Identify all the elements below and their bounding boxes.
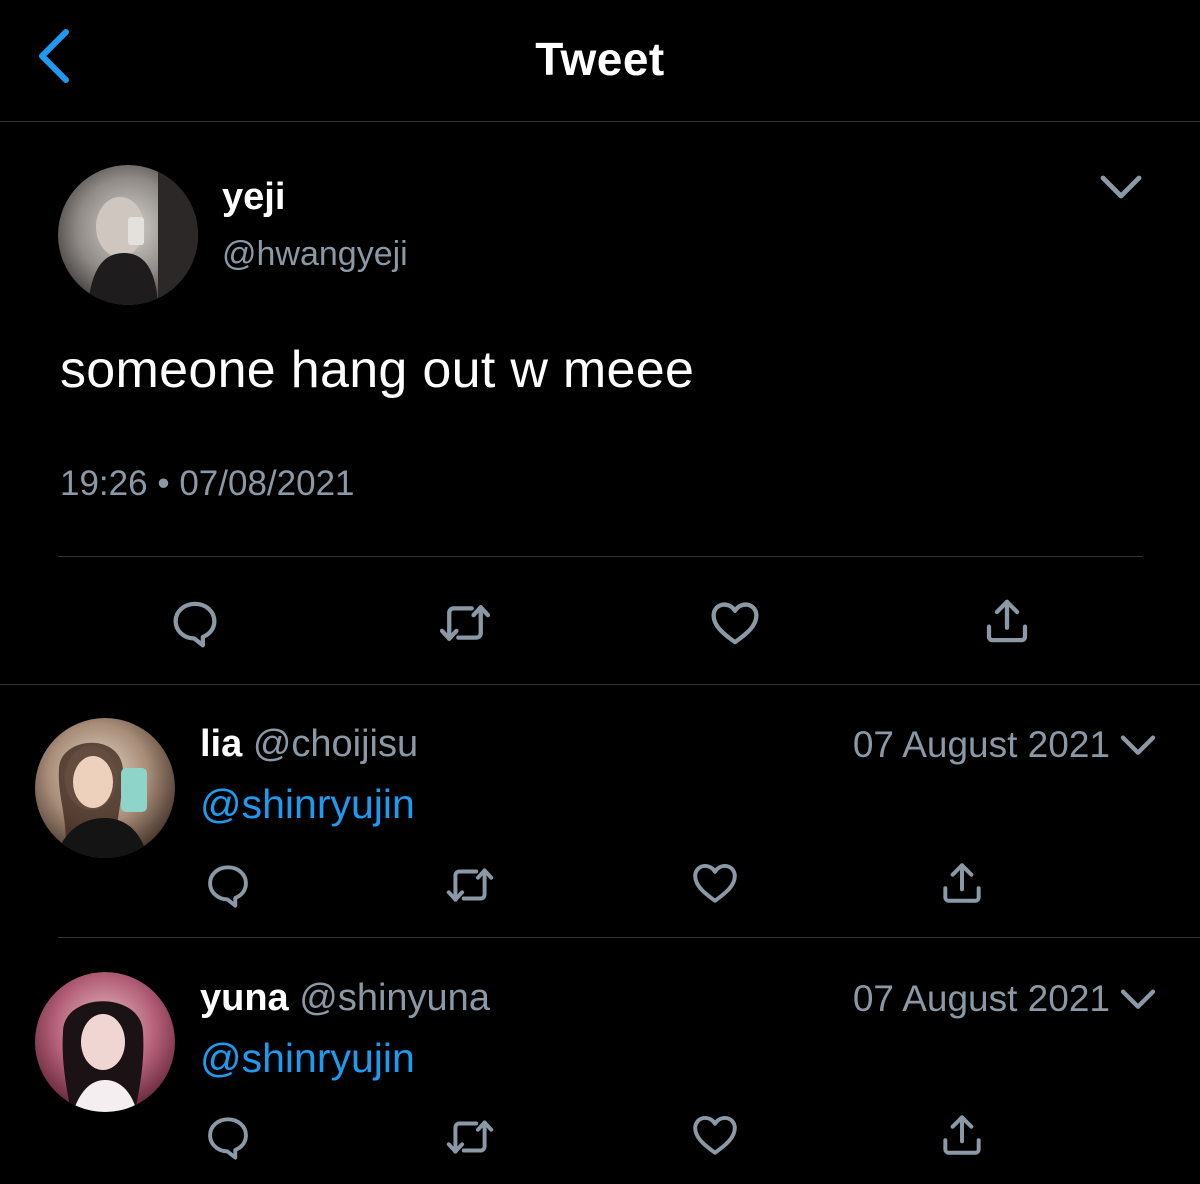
like-button[interactable] (708, 596, 762, 650)
tweet-time: 19:26 (60, 464, 148, 503)
share-button[interactable] (937, 858, 987, 908)
avatar[interactable] (58, 165, 198, 305)
share-button[interactable] (937, 1110, 987, 1160)
share-icon (937, 1110, 987, 1160)
like-button[interactable] (690, 1110, 740, 1160)
reply-author[interactable]: lia @choijisu (200, 723, 418, 766)
like-icon (690, 858, 740, 908)
share-button[interactable] (980, 594, 1034, 648)
mention-link[interactable]: @shinryujin (200, 781, 415, 828)
more-options-button[interactable] (1097, 168, 1145, 208)
user-handle[interactable]: @hwangyeji (222, 235, 408, 274)
tweet-timestamp: 19:26 • 07/08/2021 (60, 464, 355, 504)
profile-photo (58, 165, 198, 305)
retweet-icon (445, 1112, 495, 1162)
divider (58, 556, 1143, 557)
retweet-button[interactable] (438, 596, 492, 650)
chevron-down-icon (1120, 989, 1156, 1009)
more-options-button[interactable] (1118, 728, 1158, 764)
reply-date: 07 August 2021 (852, 978, 1110, 1019)
like-button[interactable] (690, 858, 740, 908)
display-name[interactable]: yeji (222, 176, 285, 219)
tweet-date: 07/08/2021 (179, 464, 355, 503)
like-icon (708, 596, 762, 650)
more-options-button[interactable] (1118, 982, 1158, 1018)
avatar[interactable] (35, 972, 175, 1112)
reply-icon (203, 1112, 253, 1162)
tweet-text: someone hang out w meee (60, 341, 695, 399)
profile-photo (35, 718, 175, 858)
reply-date: 07 August 2021 (852, 724, 1110, 765)
reply-tweet (0, 939, 1200, 1184)
reply-author[interactable]: yuna @shinyuna (200, 977, 490, 1020)
retweet-icon (445, 860, 495, 910)
avatar[interactable] (35, 718, 175, 858)
profile-photo (35, 972, 175, 1112)
share-icon (937, 858, 987, 908)
page-title: Tweet (535, 33, 665, 85)
display-name: yuna (200, 977, 289, 1019)
chevron-down-icon (1100, 175, 1142, 199)
reply-button[interactable] (203, 1112, 253, 1162)
mention-link[interactable]: @shinryujin (200, 1035, 415, 1082)
display-name: lia (200, 723, 243, 765)
retweet-button[interactable] (445, 1112, 495, 1162)
user-handle: @choijisu (252, 723, 419, 765)
reply-button[interactable] (203, 860, 253, 910)
chevron-down-icon (1120, 735, 1156, 755)
divider (58, 937, 1200, 938)
separator-dot: • (157, 464, 170, 503)
retweet-icon (438, 596, 492, 650)
user-handle: @shinyuna (299, 977, 490, 1019)
reply-button[interactable] (168, 596, 222, 650)
reply-icon (203, 860, 253, 910)
like-icon (690, 1110, 740, 1160)
share-icon (980, 594, 1034, 648)
reply-icon (168, 596, 222, 650)
retweet-button[interactable] (445, 860, 495, 910)
divider (0, 684, 1200, 685)
